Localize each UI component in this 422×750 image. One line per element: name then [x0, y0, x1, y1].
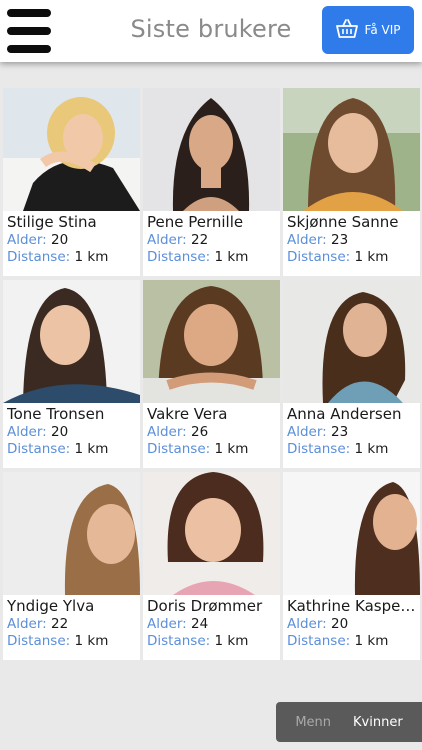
distance-label: Distanse:: [7, 633, 71, 649]
distance-value: 1 km: [74, 249, 109, 265]
profile-photo: [3, 280, 140, 403]
profile-name: Kathrine Kasperse: [287, 597, 416, 615]
profile-name: Doris Drømmer: [147, 597, 263, 615]
profile-photo: [143, 472, 280, 595]
age-label: Alder:: [147, 616, 187, 632]
top-bar: Siste brukere Få VIP: [0, 0, 422, 62]
age-row: Alder: 22: [7, 616, 140, 632]
profile-name: Tone Tronsen: [7, 405, 105, 423]
age-row: Alder: 20: [287, 616, 420, 632]
get-vip-button[interactable]: Få VIP: [322, 6, 414, 54]
distance-value: 1 km: [354, 441, 389, 457]
distance-label: Distanse:: [147, 633, 211, 649]
men-option[interactable]: Menn: [295, 715, 331, 730]
age-row: Alder: 23: [287, 424, 420, 440]
age-label: Alder:: [7, 424, 47, 440]
distance-row: Distanse: 1 km: [147, 249, 280, 265]
age-value: 20: [331, 616, 349, 632]
age-row: Alder: 20: [7, 424, 140, 440]
profile-name: Anna Andersen: [287, 405, 402, 423]
age-value: 20: [51, 232, 69, 248]
hamburger-menu-icon[interactable]: [7, 9, 51, 53]
profile-photo: [283, 472, 420, 595]
age-row: Alder: 20: [7, 232, 140, 248]
distance-row: Distanse: 1 km: [287, 441, 420, 457]
profile-name: Pene Pernille: [147, 213, 244, 231]
age-value: 26: [191, 424, 209, 440]
age-label: Alder:: [287, 616, 327, 632]
get-vip-label: Få VIP: [364, 23, 401, 37]
distance-label: Distanse:: [7, 249, 71, 265]
distance-label: Distanse:: [287, 249, 351, 265]
profile-grid: Stilige Stina Alder: 20 Distanse: 1 km P…: [3, 88, 420, 660]
profile-name: Stilige Stina: [7, 213, 97, 231]
distance-row: Distanse: 1 km: [7, 441, 140, 457]
profile-photo: [3, 472, 140, 595]
profile-card[interactable]: Doris Drømmer Alder: 24 Distanse: 1 km: [143, 472, 280, 660]
profile-card[interactable]: Stilige Stina Alder: 20 Distanse: 1 km: [3, 88, 140, 276]
age-row: Alder: 24: [147, 616, 280, 632]
profile-name: Vakre Vera: [147, 405, 228, 423]
distance-label: Distanse:: [7, 441, 71, 457]
distance-row: Distanse: 1 km: [287, 249, 420, 265]
shopping-basket-icon: [335, 18, 358, 42]
age-row: Alder: 26: [147, 424, 280, 440]
distance-value: 1 km: [214, 441, 249, 457]
distance-label: Distanse:: [287, 633, 351, 649]
profile-photo: [283, 280, 420, 403]
profile-photo: [3, 88, 140, 211]
profile-photo: [143, 88, 280, 211]
profile-name: Yndige Ylva: [7, 597, 95, 615]
distance-row: Distanse: 1 km: [7, 633, 140, 649]
gender-toggle: Menn Kvinner: [276, 702, 422, 742]
distance-row: Distanse: 1 km: [147, 441, 280, 457]
distance-row: Distanse: 1 km: [7, 249, 140, 265]
age-label: Alder:: [7, 232, 47, 248]
distance-value: 1 km: [74, 441, 109, 457]
age-value: 20: [51, 424, 69, 440]
women-option[interactable]: Kvinner: [353, 715, 403, 730]
page-title: Siste brukere: [130, 15, 292, 43]
age-value: 22: [191, 232, 209, 248]
age-value: 22: [51, 616, 69, 632]
profile-card[interactable]: Anna Andersen Alder: 23 Distanse: 1 km: [283, 280, 420, 468]
age-label: Alder:: [287, 424, 327, 440]
distance-row: Distanse: 1 km: [287, 633, 420, 649]
profile-name: Skjønne Sanne: [287, 213, 399, 231]
distance-label: Distanse:: [147, 249, 211, 265]
profile-photo: [143, 280, 280, 403]
profile-card[interactable]: Skjønne Sanne Alder: 23 Distanse: 1 km: [283, 88, 420, 276]
distance-value: 1 km: [354, 633, 389, 649]
profile-card[interactable]: Yndige Ylva Alder: 22 Distanse: 1 km: [3, 472, 140, 660]
age-label: Alder:: [287, 232, 327, 248]
age-row: Alder: 22: [147, 232, 280, 248]
profile-photo: [283, 88, 420, 211]
distance-row: Distanse: 1 km: [147, 633, 280, 649]
age-label: Alder:: [147, 424, 187, 440]
age-value: 23: [331, 424, 349, 440]
profile-card[interactable]: Pene Pernille Alder: 22 Distanse: 1 km: [143, 88, 280, 276]
distance-value: 1 km: [214, 249, 249, 265]
profile-card[interactable]: Kathrine Kasperse Alder: 20 Distanse: 1 …: [283, 472, 420, 660]
age-value: 23: [331, 232, 349, 248]
age-label: Alder:: [147, 232, 187, 248]
age-label: Alder:: [7, 616, 47, 632]
distance-label: Distanse:: [147, 441, 211, 457]
distance-value: 1 km: [74, 633, 109, 649]
age-value: 24: [191, 616, 209, 632]
profile-card[interactable]: Vakre Vera Alder: 26 Distanse: 1 km: [143, 280, 280, 468]
age-row: Alder: 23: [287, 232, 420, 248]
distance-value: 1 km: [214, 633, 249, 649]
profile-card[interactable]: Tone Tronsen Alder: 20 Distanse: 1 km: [3, 280, 140, 468]
distance-label: Distanse:: [287, 441, 351, 457]
distance-value: 1 km: [354, 249, 389, 265]
